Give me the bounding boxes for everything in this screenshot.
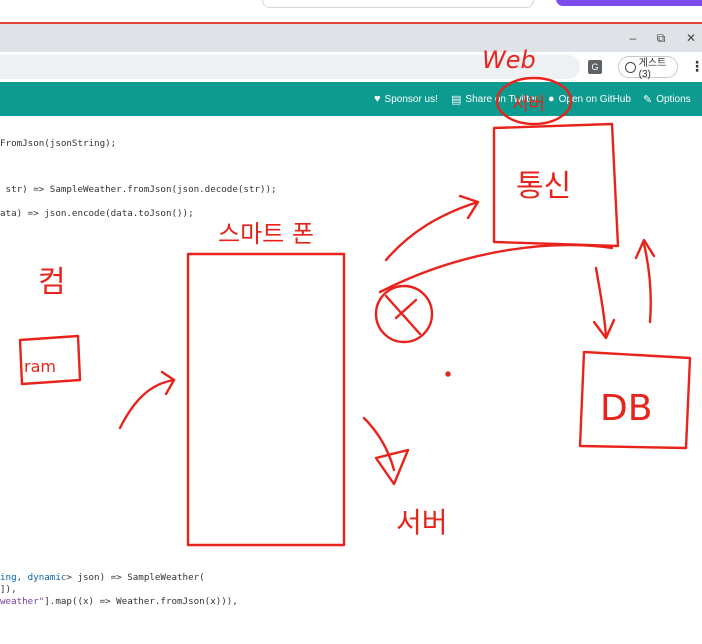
guest-label: 게스트(3) [638, 58, 667, 80]
avatar-icon [625, 61, 636, 73]
chat-icon: ▤ [451, 93, 462, 106]
top-action-button[interactable] [556, 0, 702, 6]
share-label: Share on Twitter [465, 93, 539, 105]
guest-profile-button[interactable]: 게스트(3) [618, 56, 678, 80]
top-strip [0, 0, 702, 22]
address-bar[interactable] [0, 55, 580, 79]
code-line: ]), [0, 584, 17, 595]
share-twitter-link[interactable]: ▤ Share on Twitter [451, 82, 538, 116]
address-row: G 게스트(3) ⋮ [0, 52, 702, 82]
window-titlebar: – ⧉ ✕ [0, 24, 702, 52]
top-search-field[interactable] [262, 0, 534, 8]
maximize-button[interactable]: ⧉ [652, 30, 670, 46]
sponsor-link[interactable]: ♥ Sponsor us! [374, 82, 438, 116]
code-line: ing, dynamic> json) => SampleWeather( [0, 572, 205, 583]
sponsor-label: Sponsor us! [384, 93, 438, 105]
code-token: ing, dynamic [0, 572, 67, 583]
code-panel: FromJson(jsonString); str) => SampleWeat… [0, 116, 702, 644]
github-link[interactable]: ● Open on GitHub [548, 82, 631, 116]
more-menu-icon[interactable]: ⋮ [690, 58, 702, 75]
heart-icon: ♥ [374, 93, 381, 105]
github-icon: ● [548, 93, 555, 105]
code-token: > json) => SampleWeather( [66, 572, 205, 583]
code-line: ata) => json.encode(data.toJson()); [0, 208, 194, 219]
close-button[interactable]: ✕ [682, 30, 700, 46]
site-toolbar: ♥ Sponsor us! ▤ Share on Twitter ● Open … [0, 82, 702, 116]
code-line: weather"].map((x) => Weather.fromJson(x)… [0, 596, 238, 607]
code-token: weather" [0, 596, 45, 607]
code-token: ].map((x) => Weather.fromJson(x))), [44, 596, 238, 607]
options-link[interactable]: ✎ Options [643, 82, 691, 116]
code-line: FromJson(jsonString); [0, 138, 117, 149]
brush-icon: ✎ [643, 93, 653, 106]
minimize-button[interactable]: – [624, 30, 642, 46]
code-line: str) => SampleWeather.fromJson(json.deco… [0, 184, 277, 195]
github-label: Open on GitHub [558, 93, 631, 105]
options-label: Options [656, 93, 691, 105]
translate-icon[interactable]: G [588, 60, 602, 74]
